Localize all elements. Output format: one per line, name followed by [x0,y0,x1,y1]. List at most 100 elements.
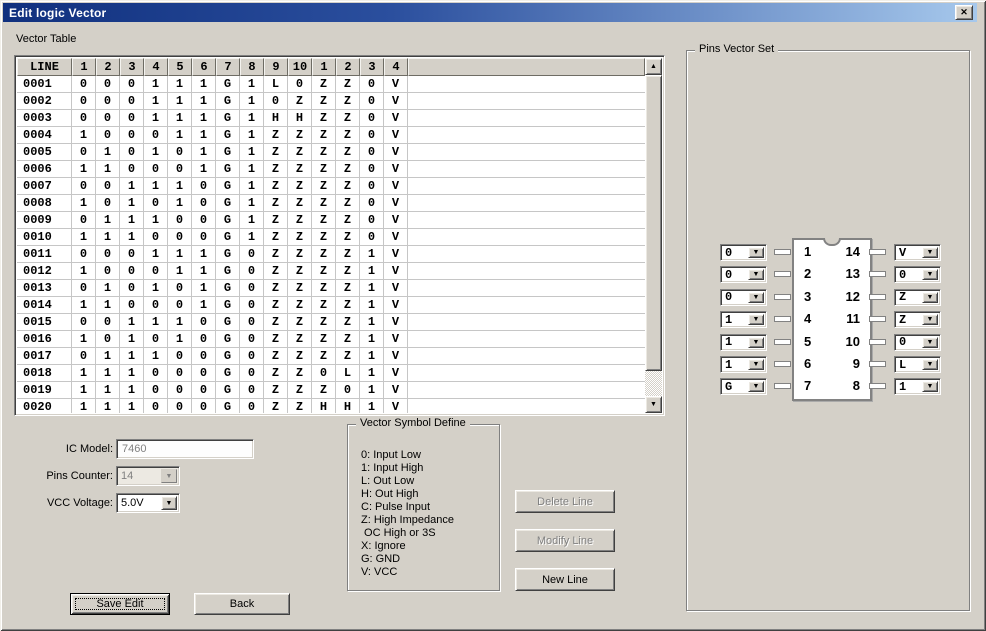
table-row[interactable]: 0020 1 1 1 0 0 0 G 0 Z Z H H 1 V [17,399,645,413]
symbol-define-list: 0: Input Low 1: Input High L: Out Low H: Ou… [361,449,454,579]
column-header[interactable]: 4 [384,58,408,76]
vector-value-cell: 0 [168,348,192,364]
vertical-scrollbar[interactable]: ▲ ▼ [645,58,662,413]
column-header[interactable]: 6 [192,58,216,76]
pin-left-combobox[interactable]: 1 ▼ [720,333,767,351]
table-row[interactable]: 0003 0 0 0 1 1 1 G 1 H H Z Z 0 V [17,110,645,127]
pin-dropdown-icon[interactable]: ▼ [922,269,938,281]
table-row[interactable]: 0002 0 0 0 1 1 1 G 1 0 Z Z Z 0 V [17,93,645,110]
pin-dropdown-icon[interactable]: ▼ [748,247,764,258]
vector-value-cell: 1 [96,161,120,177]
column-header[interactable]: 1 [312,58,336,76]
pin-left-combobox[interactable]: 0 ▼ [720,244,767,261]
column-header[interactable]: 9 [264,58,288,76]
vcc-voltage-combobox[interactable]: 5.0V ▼ [116,493,180,513]
row-filler-cell [408,263,645,279]
pin-dropdown-icon[interactable]: ▼ [748,381,764,393]
pin-value: Z [899,312,907,327]
vector-value-cell: Z [312,93,336,109]
vector-value-cell: 0 [360,144,384,160]
table-row[interactable]: 0010 1 1 1 0 0 0 G 1 Z Z Z Z 0 V [17,229,645,246]
table-body[interactable]: 0001 0 0 0 1 1 1 G 1 L 0 Z Z 0 V 0002 0 0 0 1 1 1 G 1 0 Z Z Z 0 V 0003… [17,76,645,413]
vector-value-cell: 1 [120,331,144,347]
pin-dropdown-icon[interactable]: ▼ [748,359,764,370]
column-header[interactable]: 4 [144,58,168,76]
table-row[interactable]: 0017 0 1 1 1 0 0 G 0 Z Z Z Z 1 V [17,348,645,365]
pin-dropdown-icon[interactable]: ▼ [922,247,938,258]
vector-value-cell: Z [336,161,360,177]
vector-value-cell: 1 [360,399,384,413]
column-header[interactable]: 7 [216,58,240,76]
column-header[interactable]: LINE [17,58,72,76]
new-line-button[interactable]: New Line [515,568,615,591]
pin-dropdown-icon[interactable]: ▼ [922,291,938,303]
pin-right-combobox[interactable]: V ▼ [894,244,941,261]
vector-value-cell: 0 [168,212,192,228]
pin-left-combobox[interactable]: 1 ▼ [720,311,767,329]
column-header[interactable]: 2 [336,58,360,76]
table-row[interactable]: 0001 0 0 0 1 1 1 G 1 L 0 Z Z 0 V [17,76,645,93]
column-header[interactable]: 3 [120,58,144,76]
pin-left-combobox[interactable]: G ▼ [720,378,767,396]
close-button[interactable]: ✕ [955,5,973,20]
pin-value: 0 [899,267,907,282]
vector-table: LINE 1 2 3 4 5 6 7 8 9 10 1 2 3 4 0001 0 0 0 1 1 1 G 1 L 0 Z Z 0 V 00… [14,55,665,416]
column-header[interactable]: 10 [288,58,312,76]
column-header[interactable]: 5 [168,58,192,76]
column-header[interactable]: 8 [240,58,264,76]
chip-pin-row: 3 12 [794,286,870,308]
table-row[interactable]: 0012 1 0 0 0 1 1 G 0 Z Z Z Z 1 V [17,263,645,280]
pin-dropdown-icon[interactable]: ▼ [748,291,764,303]
scroll-up-button[interactable]: ▲ [645,58,662,75]
pin-dropdown-icon[interactable]: ▼ [748,314,764,326]
pin-dropdown-icon[interactable]: ▼ [922,336,938,348]
line-number-cell: 0018 [17,365,72,381]
table-row[interactable]: 0005 0 1 0 1 0 1 G 1 Z Z Z Z 0 V [17,144,645,161]
symbol-define-line: L: Out Low [361,475,415,487]
column-header[interactable]: 1 [72,58,96,76]
pin-dropdown-icon[interactable]: ▼ [922,381,938,393]
vector-value-cell: V [384,399,408,413]
table-row[interactable]: 0018 1 1 1 0 0 0 G 0 Z Z 0 L 1 V [17,365,645,382]
table-row[interactable]: 0008 1 0 1 0 1 0 G 1 Z Z Z Z 0 V [17,195,645,212]
back-button[interactable]: Back [194,593,290,615]
vector-value-cell: Z [336,263,360,279]
table-row[interactable]: 0004 1 0 0 0 1 1 G 1 Z Z Z Z 0 V [17,127,645,144]
pin-right-combobox[interactable]: 1 ▼ [894,378,941,396]
table-row[interactable]: 0014 1 1 0 0 0 1 G 0 Z Z Z Z 1 V [17,297,645,314]
table-row[interactable]: 0007 0 0 1 1 1 0 G 1 Z Z Z Z 0 V [17,178,645,195]
vector-value-cell: Z [264,280,288,296]
pin-dropdown-icon[interactable]: ▼ [748,269,764,281]
pin-dropdown-icon[interactable]: ▼ [748,336,764,348]
vcc-voltage-dropdown-icon[interactable]: ▼ [161,496,177,510]
pin-right-combobox[interactable]: 0 ▼ [894,266,941,284]
pin-right-combobox[interactable]: Z ▼ [894,311,941,329]
table-row[interactable]: 0013 0 1 0 1 0 1 G 0 Z Z Z Z 1 V [17,280,645,297]
pin-dropdown-icon[interactable]: ▼ [922,314,938,326]
table-row[interactable]: 0015 0 0 1 1 1 0 G 0 Z Z Z Z 1 V [17,314,645,331]
pin-left-combobox[interactable]: 0 ▼ [720,266,767,284]
pin-value: Z [899,290,907,305]
vector-value-cell: 0 [360,212,384,228]
vector-value-cell: 1 [168,127,192,143]
pin-dropdown-icon[interactable]: ▼ [922,359,938,370]
table-row[interactable]: 0016 1 0 1 0 1 0 G 0 Z Z Z Z 1 V [17,331,645,348]
vector-value-cell: V [384,127,408,143]
scrollbar-thumb[interactable] [645,75,662,371]
column-header[interactable]: 2 [96,58,120,76]
save-edit-button[interactable]: Save Edit [70,593,170,615]
table-row[interactable]: 0006 1 1 0 0 0 1 G 1 Z Z Z Z 0 V [17,161,645,178]
vector-value-cell: 1 [240,144,264,160]
table-row[interactable]: 0011 0 0 0 1 1 1 G 0 Z Z Z Z 1 V [17,246,645,263]
pin-right-combobox[interactable]: 0 ▼ [894,333,941,351]
row-filler-cell [408,76,645,92]
pin-left-combobox[interactable]: 0 ▼ [720,288,767,306]
table-row[interactable]: 0019 1 1 1 0 0 0 G 0 Z Z Z 0 1 V [17,382,645,399]
pin-right-combobox[interactable]: Z ▼ [894,288,941,306]
column-header[interactable]: 3 [360,58,384,76]
vector-value-cell: Z [312,297,336,313]
table-row[interactable]: 0009 0 1 1 1 0 0 G 1 Z Z Z Z 0 V [17,212,645,229]
pin-right-combobox[interactable]: L ▼ [894,356,941,373]
scroll-down-button[interactable]: ▼ [645,396,662,413]
pin-left-combobox[interactable]: 1 ▼ [720,356,767,373]
